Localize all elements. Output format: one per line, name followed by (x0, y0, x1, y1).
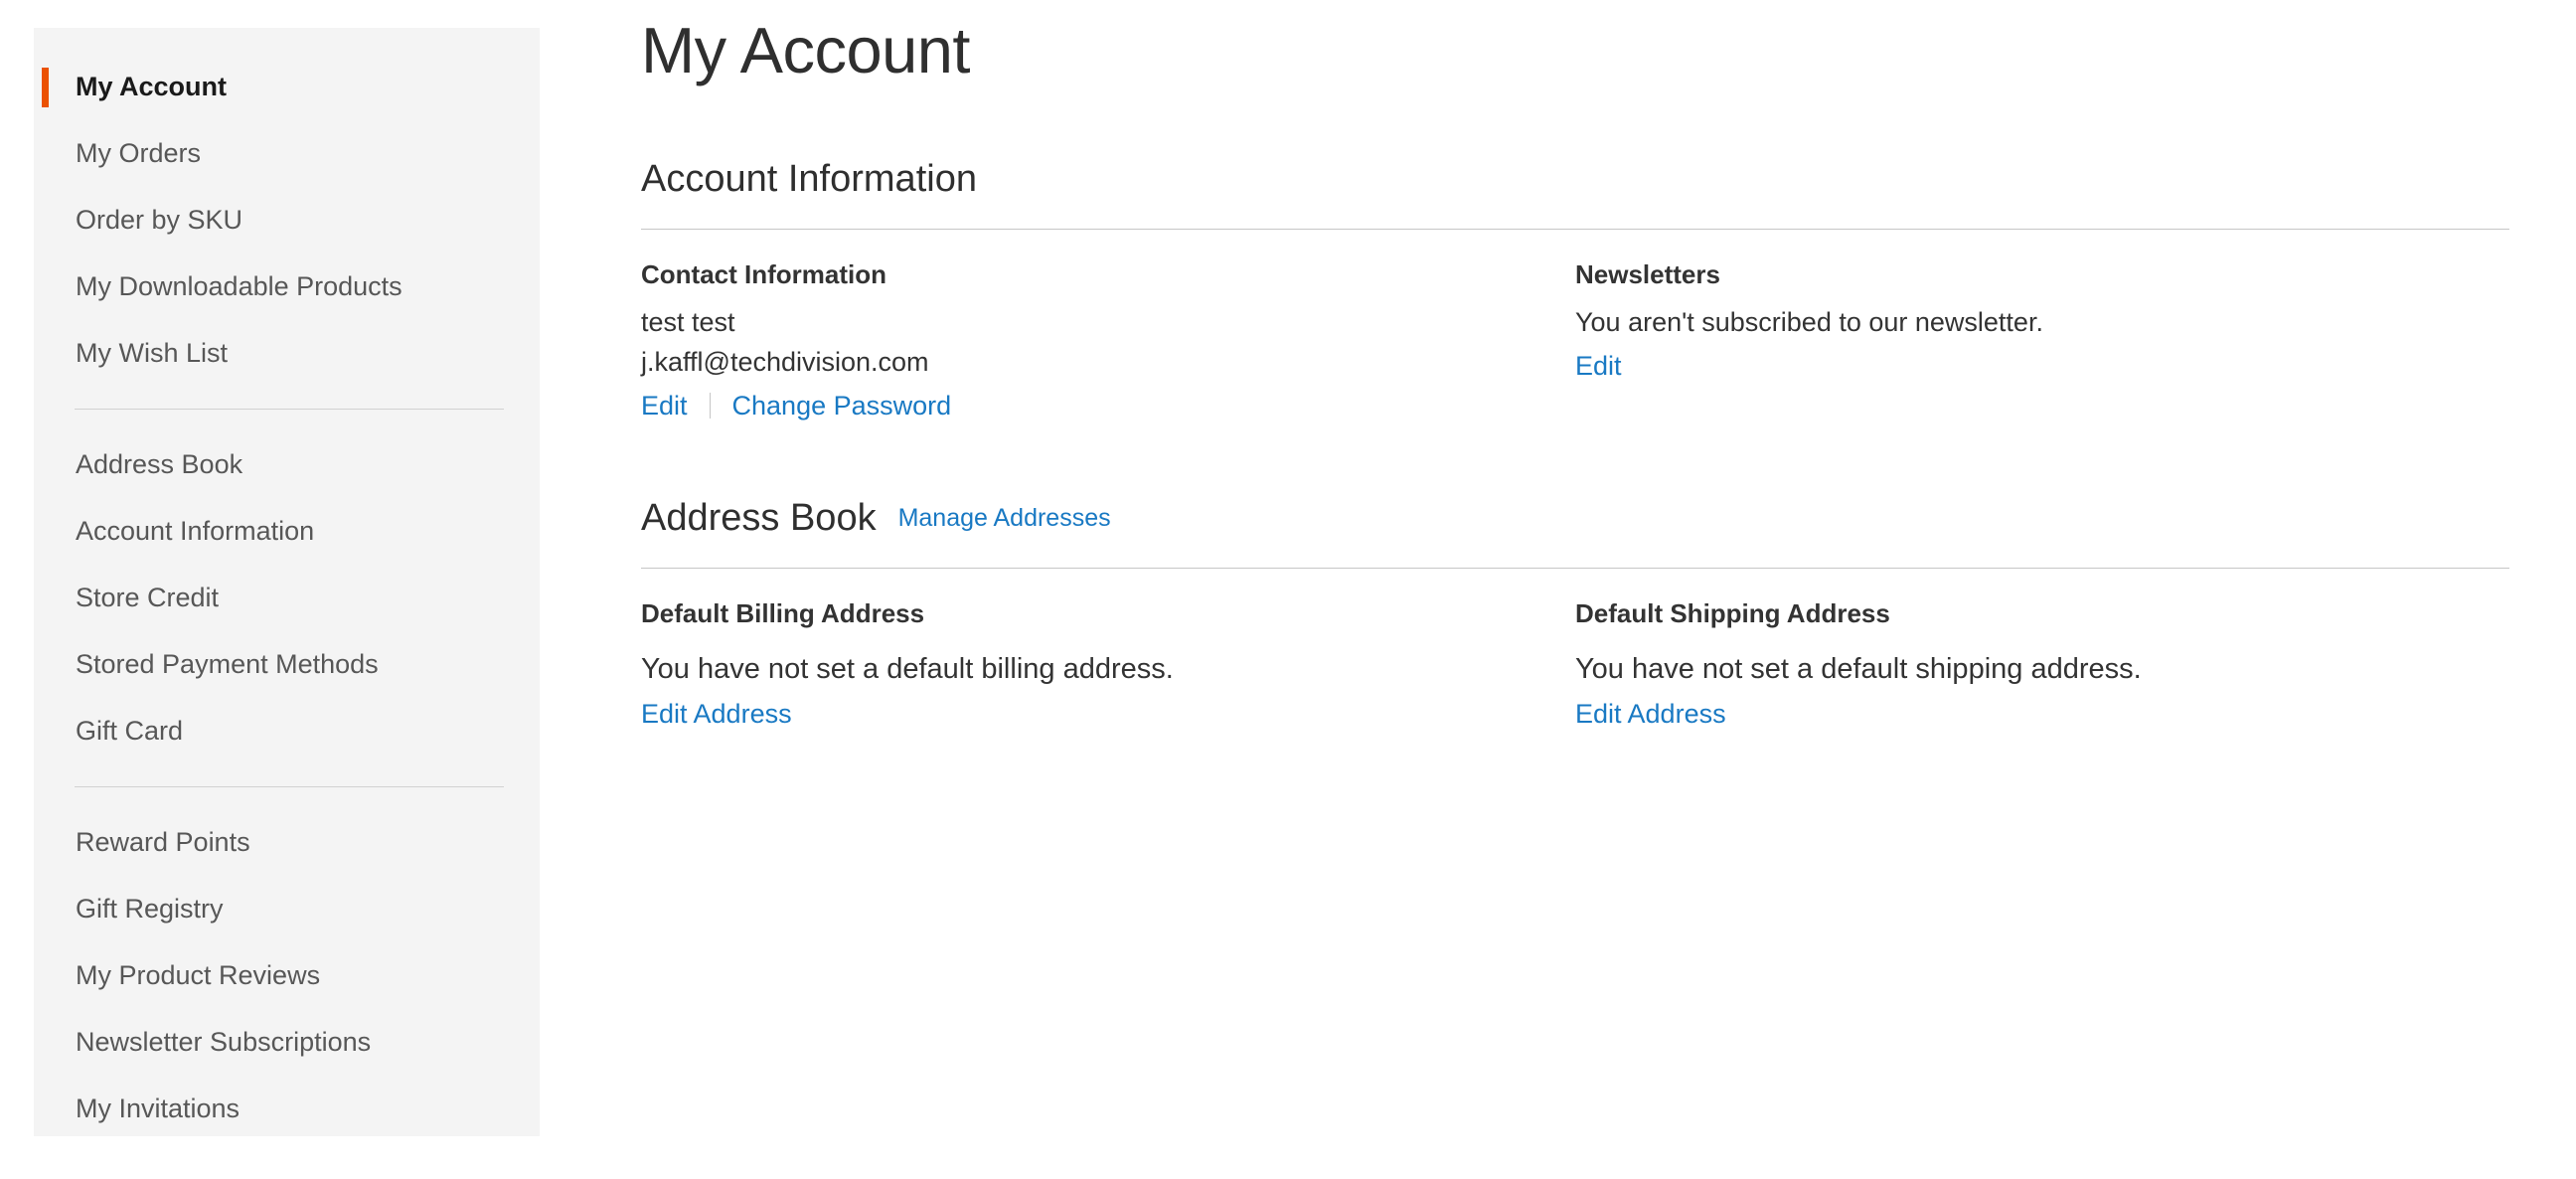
newsletters-actions: Edit (1575, 351, 2509, 382)
section-title-address-book: Address Book (641, 496, 877, 539)
sidebar-item-my-downloadable-products[interactable]: My Downloadable Products (34, 253, 540, 320)
sidebar-item-label: Order by SKU (76, 205, 243, 235)
customer-name: test test (641, 307, 735, 337)
sidebar-item-label: Newsletter Subscriptions (76, 1027, 372, 1057)
edit-newsletter-link[interactable]: Edit (1575, 351, 1622, 382)
manage-addresses-link[interactable]: Manage Addresses (898, 504, 1111, 533)
sidebar-item-my-invitations[interactable]: My Invitations (34, 1076, 540, 1142)
sidebar-item-label: My Product Reviews (76, 960, 321, 990)
link-separator (709, 393, 711, 420)
default-shipping-address-title: Default Shipping Address (1575, 597, 1890, 628)
newsletters-title: Newsletters (1575, 259, 1720, 289)
sidebar-item-label: My Wish List (76, 338, 229, 368)
newsletters-status: You aren't subscribed to our newsletter. (1575, 307, 2043, 337)
sidebar-item-my-wish-list[interactable]: My Wish List (34, 320, 540, 387)
sidebar-divider-1 (75, 409, 504, 410)
sidebar-item-gift-registry[interactable]: Gift Registry (34, 876, 540, 942)
contact-information-block: Contact Information test test j.kaffl@te… (641, 230, 1575, 421)
sidebar-item-address-book[interactable]: Address Book (34, 431, 540, 498)
contact-information-actions: Edit Change Password (641, 391, 1575, 421)
sidebar-item-stored-payment-methods[interactable]: Stored Payment Methods (34, 631, 540, 698)
change-password-link[interactable]: Change Password (732, 391, 952, 421)
sidebar-group-tertiary: Reward Points Gift Registry My Product R… (34, 809, 540, 1142)
sidebar-item-label: Gift Registry (76, 894, 224, 924)
edit-billing-address-link[interactable]: Edit Address (641, 699, 1575, 730)
account-sidebar-nav: My Account My Orders Order by SKU My Dow… (34, 28, 540, 1136)
page-title: My Account (641, 14, 970, 86)
newsletters-block: Newsletters You aren't subscribed to our… (1575, 230, 2509, 421)
sidebar-item-label: My Downloadable Products (76, 271, 402, 301)
contact-information-body: test test j.kaffl@techdivision.com (641, 303, 1575, 383)
default-shipping-address-status: You have not set a default shipping addr… (1575, 652, 2142, 685)
sidebar-item-my-account[interactable]: My Account (34, 54, 540, 120)
default-billing-address-block: Default Billing Address You have not set… (641, 569, 1575, 730)
edit-shipping-address-link[interactable]: Edit Address (1575, 699, 2509, 730)
address-book-columns: Default Billing Address You have not set… (641, 569, 2509, 730)
sidebar-item-label: My Invitations (76, 1094, 241, 1123)
main-content: My Account Account Information Contact I… (641, 0, 2509, 730)
sidebar-item-label: Store Credit (76, 583, 220, 612)
default-billing-address-title: Default Billing Address (641, 597, 925, 628)
sidebar-item-label: Stored Payment Methods (76, 649, 379, 679)
account-information-section-header: Account Information (641, 160, 2509, 198)
sidebar-item-label: Address Book (76, 449, 243, 479)
account-dashboard-page: My Account My Orders Order by SKU My Dow… (0, 0, 2576, 1179)
active-indicator-bar (42, 68, 49, 107)
sidebar-item-label: My Orders (76, 138, 202, 168)
account-information-columns: Contact Information test test j.kaffl@te… (641, 230, 2509, 421)
sidebar-divider-2 (75, 786, 504, 787)
sidebar-item-label: Account Information (76, 516, 315, 546)
sidebar-group-secondary: Address Book Account Information Store C… (34, 431, 540, 764)
section-title-account-information: Account Information (641, 158, 977, 200)
sidebar-item-store-credit[interactable]: Store Credit (34, 565, 540, 631)
sidebar-item-order-by-sku[interactable]: Order by SKU (34, 187, 540, 253)
sidebar-item-my-product-reviews[interactable]: My Product Reviews (34, 942, 540, 1009)
sidebar-item-newsletter-subscriptions[interactable]: Newsletter Subscriptions (34, 1009, 540, 1076)
sidebar-item-my-orders[interactable]: My Orders (34, 120, 540, 187)
sidebar-item-account-information[interactable]: Account Information (34, 498, 540, 565)
sidebar-item-label: Gift Card (76, 716, 184, 746)
sidebar-item-reward-points[interactable]: Reward Points (34, 809, 540, 876)
address-book-section-header: Address Book Manage Addresses (641, 499, 2509, 537)
default-billing-address-status: You have not set a default billing addre… (641, 652, 1174, 685)
sidebar-item-gift-card[interactable]: Gift Card (34, 698, 540, 764)
contact-information-title: Contact Information (641, 259, 886, 289)
customer-email: j.kaffl@techdivision.com (641, 346, 929, 377)
sidebar-group-primary: My Account My Orders Order by SKU My Dow… (34, 54, 540, 387)
sidebar-item-label: Reward Points (76, 827, 250, 857)
default-shipping-address-block: Default Shipping Address You have not se… (1575, 569, 2509, 730)
edit-contact-information-link[interactable]: Edit (641, 391, 688, 421)
sidebar-item-label: My Account (76, 72, 228, 101)
